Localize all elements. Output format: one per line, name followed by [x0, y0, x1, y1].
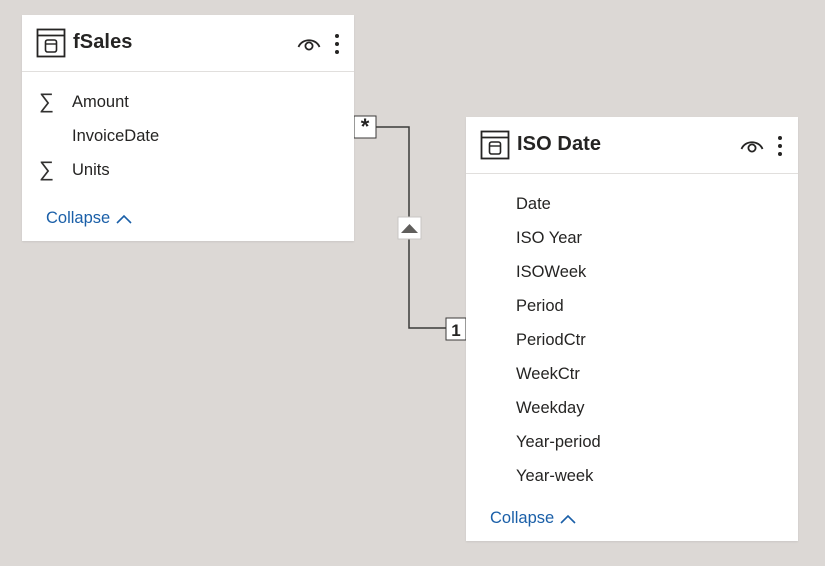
- table-header[interactable]: ISO Date: [466, 117, 798, 174]
- field-label: ISO Year: [516, 229, 583, 247]
- chevron-up-icon: [116, 214, 132, 224]
- many-cardinality-label: *: [361, 114, 370, 139]
- table-title: fSales: [73, 31, 133, 53]
- table-icon: [480, 130, 510, 160]
- table-card-fsales[interactable]: fSales ∑ Amount InvoiceDate ∑ Units Coll…: [22, 15, 354, 241]
- field-label: Amount: [72, 93, 129, 111]
- sigma-icon: ∑: [39, 90, 54, 113]
- collapse-label: Collapse: [490, 509, 555, 527]
- field-periodctr[interactable]: PeriodCtr: [466, 323, 798, 357]
- field-label: Year-period: [516, 433, 601, 451]
- field-weekday[interactable]: Weekday: [466, 391, 798, 425]
- eye-icon[interactable]: [297, 35, 321, 51]
- collapse-label: Collapse: [46, 209, 111, 227]
- table-header[interactable]: fSales: [22, 15, 354, 72]
- collapse-button[interactable]: Collapse: [46, 209, 132, 228]
- field-label: Period: [516, 297, 564, 315]
- field-date[interactable]: Date: [466, 187, 798, 221]
- field-list: ∑ Amount InvoiceDate ∑ Units: [22, 72, 354, 187]
- one-cardinality-label: 1: [451, 321, 460, 340]
- table-card-iso-date[interactable]: ISO Date Date ISO Year ISOWeek Period Pe…: [466, 117, 798, 541]
- field-invoicedate[interactable]: InvoiceDate: [22, 119, 354, 153]
- field-label: Weekday: [516, 399, 585, 417]
- field-label: Year-week: [516, 467, 594, 485]
- field-list: Date ISO Year ISOWeek Period PeriodCtr W…: [466, 174, 798, 493]
- table-icon: [36, 28, 66, 58]
- field-isoweek[interactable]: ISOWeek: [466, 255, 798, 289]
- field-label: PeriodCtr: [516, 331, 586, 349]
- sigma-icon: ∑: [39, 158, 54, 181]
- field-label: InvoiceDate: [72, 127, 160, 145]
- field-label: ISOWeek: [516, 263, 587, 281]
- field-amount[interactable]: ∑ Amount: [22, 85, 354, 119]
- field-label: WeekCtr: [516, 365, 580, 383]
- field-iso-year[interactable]: ISO Year: [466, 221, 798, 255]
- field-period[interactable]: Period: [466, 289, 798, 323]
- field-label: Date: [516, 195, 551, 213]
- field-label: Units: [72, 161, 110, 179]
- chevron-up-icon: [560, 514, 576, 524]
- eye-icon[interactable]: [740, 137, 764, 153]
- field-weekctr[interactable]: WeekCtr: [466, 357, 798, 391]
- collapse-button[interactable]: Collapse: [490, 509, 576, 528]
- field-year-week[interactable]: Year-week: [466, 459, 798, 493]
- more-options-icon[interactable]: [334, 33, 340, 55]
- table-title: ISO Date: [517, 133, 602, 155]
- field-year-period[interactable]: Year-period: [466, 425, 798, 459]
- field-units[interactable]: ∑ Units: [22, 153, 354, 187]
- more-options-icon[interactable]: [777, 135, 783, 157]
